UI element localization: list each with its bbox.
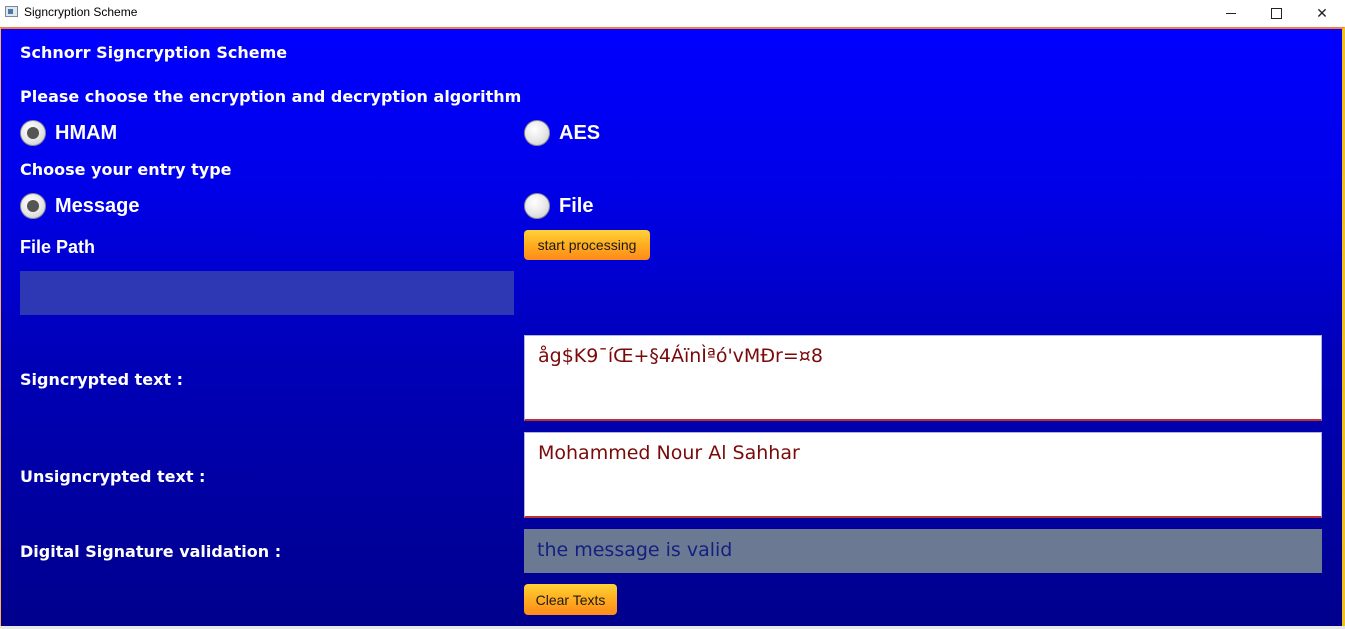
unsigncrypted-label: Unsigncrypted text : — [20, 467, 206, 486]
signcrypted-label: Signcrypted text : — [20, 370, 184, 389]
maximize-icon — [1270, 8, 1282, 19]
clear-texts-button[interactable]: Clear Texts — [524, 584, 617, 615]
algorithm-prompt: Please choose the encryption and decrypt… — [20, 87, 522, 106]
radio-message[interactable]: Message — [20, 193, 140, 219]
entry-type-prompt: Choose your entry type — [20, 160, 232, 179]
main-panel: Schnorr Signcryption Scheme Please choos… — [0, 27, 1345, 629]
close-icon: ✕ — [1316, 5, 1328, 21]
radio-hmam[interactable]: HMAM — [20, 120, 117, 146]
radio-unselected-icon — [524, 193, 550, 219]
radio-aes-label: AES — [559, 121, 601, 144]
app-window-icon — [5, 6, 18, 17]
close-button[interactable]: ✕ — [1299, 0, 1345, 27]
radio-file-label: File — [559, 194, 594, 217]
radio-unselected-icon — [524, 120, 550, 146]
window-title: Signcryption Scheme — [24, 5, 138, 19]
minimize-button[interactable] — [1208, 0, 1254, 27]
file-path-label: File Path — [20, 237, 96, 257]
radio-aes[interactable]: AES — [524, 120, 600, 146]
radio-file[interactable]: File — [524, 193, 593, 219]
file-path-input[interactable] — [20, 271, 514, 315]
unsigncrypted-textarea[interactable]: Mohammed Nour Al Sahhar — [524, 432, 1322, 518]
radio-hmam-label: HMAM — [55, 121, 118, 144]
signature-validation-label: Digital Signature validation : — [20, 542, 282, 561]
signcrypted-textarea[interactable]: åg$K9¯íŒ+§4ÁïnÌªó'vMÐr=¤8 — [524, 335, 1322, 421]
radio-selected-icon — [20, 120, 46, 146]
start-processing-button[interactable]: start processing — [524, 230, 650, 260]
maximize-button[interactable] — [1253, 0, 1299, 27]
minimize-icon — [1226, 13, 1236, 14]
radio-message-label: Message — [55, 194, 140, 217]
signature-validation-output: the message is valid — [524, 529, 1322, 573]
radio-selected-icon — [20, 193, 46, 219]
app-heading: Schnorr Signcryption Scheme — [20, 43, 288, 62]
title-bar: Signcryption Scheme ✕ — [0, 0, 1345, 27]
